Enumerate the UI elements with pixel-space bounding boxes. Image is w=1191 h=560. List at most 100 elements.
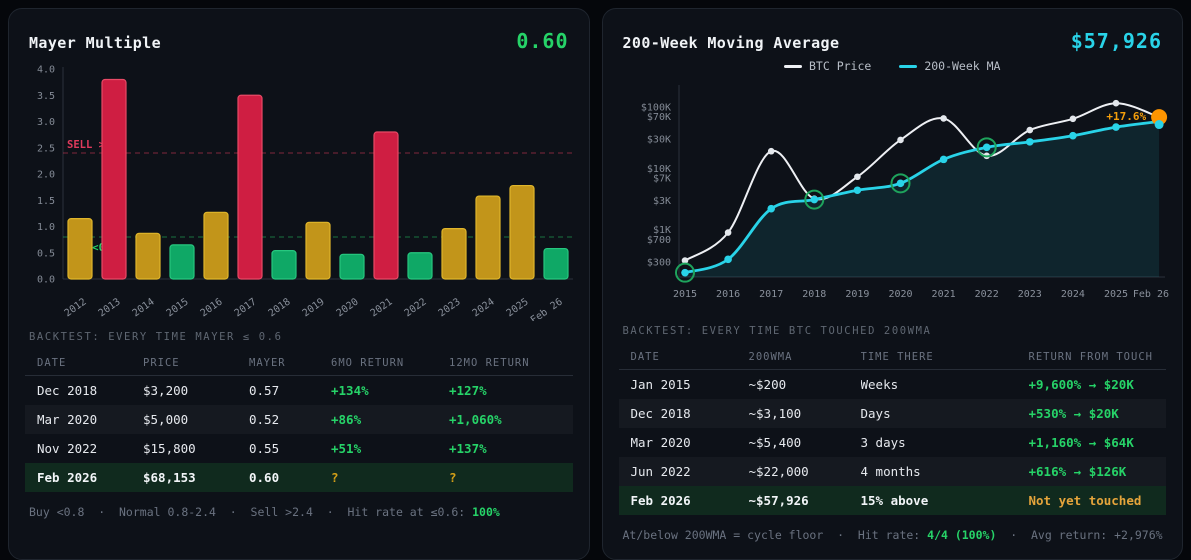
column-header: DATE	[631, 351, 749, 363]
table-cell: 4 months	[861, 464, 1029, 479]
table-row: Dec 2018~$3,100Days+530% → $20K	[619, 399, 1167, 428]
column-header: 12MO RETURN	[449, 357, 561, 369]
chart-legend: BTC Price 200-Week MA	[619, 59, 1167, 73]
svg-text:$700: $700	[646, 235, 670, 246]
table-row: Mar 2020$5,0000.52+86%+1,060%	[25, 405, 573, 434]
svg-text:2023: 2023	[437, 296, 463, 319]
table-row: Jun 2022~$22,0004 months+616% → $126K	[619, 457, 1167, 486]
footer-text: At/below 200WMA = cycle floor · Hit rate…	[623, 528, 928, 542]
table-cell: $15,800	[143, 441, 249, 456]
footer-text: 100%	[472, 505, 500, 519]
svg-text:4.0: 4.0	[37, 65, 55, 76]
svg-text:2016: 2016	[716, 289, 740, 300]
svg-text:0.0: 0.0	[37, 275, 55, 286]
table-cell: $68,153	[143, 470, 249, 485]
footer-text: Buy <0.8 · Normal 0.8-2.4 · Sell >2.4 · …	[29, 505, 472, 519]
svg-text:2018: 2018	[267, 296, 293, 319]
svg-text:$70K: $70K	[646, 112, 670, 123]
table-body: Jan 2015~$200Weeks+9,600% → $20KDec 2018…	[619, 370, 1167, 515]
svg-text:2013: 2013	[97, 296, 123, 319]
table-cell: Days	[861, 406, 1029, 421]
mayer-backtest-label: BACKTEST: EVERY TIME MAYER ≤ 0.6	[29, 331, 569, 343]
table-cell: Feb 2026	[37, 470, 143, 485]
column-header: PRICE	[143, 357, 249, 369]
table-header-row: DATE200WMATIME THERERETURN FROM TOUCH	[619, 345, 1167, 370]
table-cell: Jun 2022	[631, 464, 749, 479]
btc-price-line-swatch	[784, 65, 802, 68]
mayer-panel-title: Mayer Multiple	[29, 34, 161, 52]
svg-text:2022: 2022	[974, 289, 998, 300]
table-cell: +51%	[331, 441, 449, 456]
table-cell: 0.55	[249, 441, 331, 456]
table-cell: 0.57	[249, 383, 331, 398]
svg-text:2017: 2017	[759, 289, 783, 300]
table-cell: Jan 2015	[631, 377, 749, 392]
table-row: Jan 2015~$200Weeks+9,600% → $20K	[619, 370, 1167, 399]
table-body: Dec 2018$3,2000.57+134%+127%Mar 2020$5,0…	[25, 376, 573, 492]
svg-text:2015: 2015	[165, 296, 191, 319]
table-header-row: DATEPRICEMAYER6MO RETURN12MO RETURN	[25, 351, 573, 376]
table-row-current: Feb 2026$68,1530.60??	[25, 463, 573, 492]
column-header: 200WMA	[749, 351, 861, 363]
table-cell: ~$57,926	[749, 493, 861, 508]
table-cell: ~$22,000	[749, 464, 861, 479]
table-cell: $5,000	[143, 412, 249, 427]
table-cell: +9,600% → $20K	[1029, 377, 1155, 392]
table-cell: Feb 2026	[631, 493, 749, 508]
column-header: DATE	[37, 357, 143, 369]
200wma-backtest-table: DATE200WMATIME THERERETURN FROM TOUCH Ja…	[619, 345, 1167, 515]
svg-text:2019: 2019	[301, 296, 327, 319]
svg-text:+17.6%: +17.6%	[1106, 110, 1146, 123]
table-cell: Dec 2018	[37, 383, 143, 398]
table-cell: Not yet touched	[1029, 493, 1155, 508]
table-cell: 15% above	[861, 493, 1029, 508]
200wma-line-swatch	[899, 65, 917, 68]
svg-text:2025: 2025	[1103, 289, 1127, 300]
footer-text: 4/4 (100%)	[927, 528, 996, 542]
table-cell: Weeks	[861, 377, 1029, 392]
mayer-backtest-table: DATEPRICEMAYER6MO RETURN12MO RETURN Dec …	[25, 351, 573, 492]
svg-text:2025: 2025	[505, 296, 531, 319]
svg-text:2023: 2023	[1017, 289, 1041, 300]
svg-text:2017: 2017	[233, 296, 259, 319]
svg-text:Feb 26: Feb 26	[529, 296, 565, 321]
200wma-line-chart: $100K$70K$30K$10K$7K$3K$1K$700$300201520…	[619, 77, 1175, 315]
svg-text:$30K: $30K	[646, 135, 670, 146]
table-cell: +1,160% → $64K	[1029, 435, 1155, 450]
mayer-bar-chart: 4.03.53.02.52.01.51.00.50.0SELL >2.4BUY …	[25, 59, 581, 321]
svg-text:2024: 2024	[471, 296, 497, 319]
table-cell: +134%	[331, 383, 449, 398]
table-cell: +86%	[331, 412, 449, 427]
table-cell: ?	[331, 470, 449, 485]
legend-label: BTC Price	[809, 59, 871, 73]
column-header: 6MO RETURN	[331, 357, 449, 369]
mayer-current-value: 0.60	[516, 29, 568, 53]
svg-text:3.0: 3.0	[37, 117, 55, 128]
table-cell: +1,060%	[449, 412, 561, 427]
svg-text:2020: 2020	[335, 296, 361, 319]
footer-text: · Avg return: +2,976%	[996, 528, 1162, 542]
legend-item-200wma: 200-Week MA	[899, 59, 1000, 73]
table-cell: ~$3,100	[749, 406, 861, 421]
svg-text:2024: 2024	[1060, 289, 1084, 300]
table-cell: 0.52	[249, 412, 331, 427]
column-header: RETURN FROM TOUCH	[1029, 351, 1155, 363]
column-header: MAYER	[249, 357, 331, 369]
table-cell: Dec 2018	[631, 406, 749, 421]
table-cell: Nov 2022	[37, 441, 143, 456]
table-row: Mar 2020~$5,4003 days+1,160% → $64K	[619, 428, 1167, 457]
column-header: TIME THERE	[861, 351, 1029, 363]
svg-text:2016: 2016	[199, 296, 225, 319]
table-row-current: Feb 2026~$57,92615% aboveNot yet touched	[619, 486, 1167, 515]
table-cell: ?	[449, 470, 561, 485]
table-cell: Mar 2020	[37, 412, 143, 427]
svg-text:2.0: 2.0	[37, 170, 55, 181]
table-cell: +530% → $20K	[1029, 406, 1155, 421]
200wma-panel: 200-Week Moving Average $57,926 BTC Pric…	[602, 8, 1184, 560]
svg-text:2014: 2014	[131, 296, 157, 319]
svg-text:$7K: $7K	[652, 173, 670, 184]
table-cell: +616% → $126K	[1029, 464, 1155, 479]
mayer-panel-header: Mayer Multiple 0.60	[29, 29, 569, 53]
svg-text:2015: 2015	[672, 289, 696, 300]
table-cell: $3,200	[143, 383, 249, 398]
